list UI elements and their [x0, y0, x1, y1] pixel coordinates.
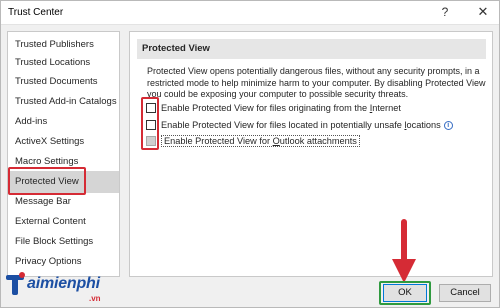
cancel-button[interactable]: Cancel: [439, 284, 491, 302]
trust-center-dialog: Trust Center ? ✕ Trusted Publishers Trus…: [0, 0, 500, 308]
ok-button[interactable]: OK: [383, 284, 427, 302]
logo-t-icon: [6, 272, 25, 295]
option-unsafe-locations[interactable]: Enable Protected View for files located …: [146, 118, 453, 132]
title-bar: Trust Center ? ✕: [1, 1, 499, 25]
option-internet-files-label: Enable Protected View for files originat…: [161, 103, 401, 113]
category-sidebar: Trusted Publishers Trusted Locations Tru…: [7, 31, 120, 277]
sidebar-item-file-block-settings[interactable]: File Block Settings: [8, 231, 119, 253]
section-title: Protected View: [137, 39, 486, 59]
checkbox-highlight-box: [141, 97, 159, 150]
sidebar-item-privacy-options[interactable]: Privacy Options: [8, 251, 119, 273]
description-text: Protected View opens potentially dangero…: [147, 66, 486, 99]
window-title: Trust Center: [8, 7, 64, 18]
option-outlook-attachments-label: Enable Protected View for Outlook attach…: [161, 135, 360, 147]
close-button[interactable]: ✕: [473, 3, 493, 21]
sidebar-item-external-content[interactable]: External Content: [8, 211, 119, 233]
selection-highlight-box: [8, 167, 86, 195]
info-icon[interactable]: i: [443, 120, 453, 130]
help-button[interactable]: ?: [437, 4, 453, 20]
watermark-brand: aimienphi: [27, 275, 100, 292]
watermark-suffix: .vn: [89, 294, 101, 303]
option-internet-files[interactable]: Enable Protected View for files originat…: [146, 101, 401, 115]
red-arrow-annotation: [392, 219, 416, 283]
sidebar-item-trusted-add-in-catalogs[interactable]: Trusted Add-in Catalogs: [8, 91, 119, 113]
option-unsafe-locations-label: Enable Protected View for files located …: [161, 120, 441, 130]
sidebar-item-activex-settings[interactable]: ActiveX Settings: [8, 131, 119, 153]
sidebar-item-add-ins[interactable]: Add-ins: [8, 111, 119, 133]
watermark-logo: aimienphi .vn: [5, 271, 125, 305]
option-outlook-attachments[interactable]: Enable Protected View for Outlook attach…: [146, 134, 360, 148]
sidebar-item-trusted-documents[interactable]: Trusted Documents: [8, 71, 119, 93]
protected-view-panel: Protected View Protected View opens pote…: [129, 31, 493, 277]
